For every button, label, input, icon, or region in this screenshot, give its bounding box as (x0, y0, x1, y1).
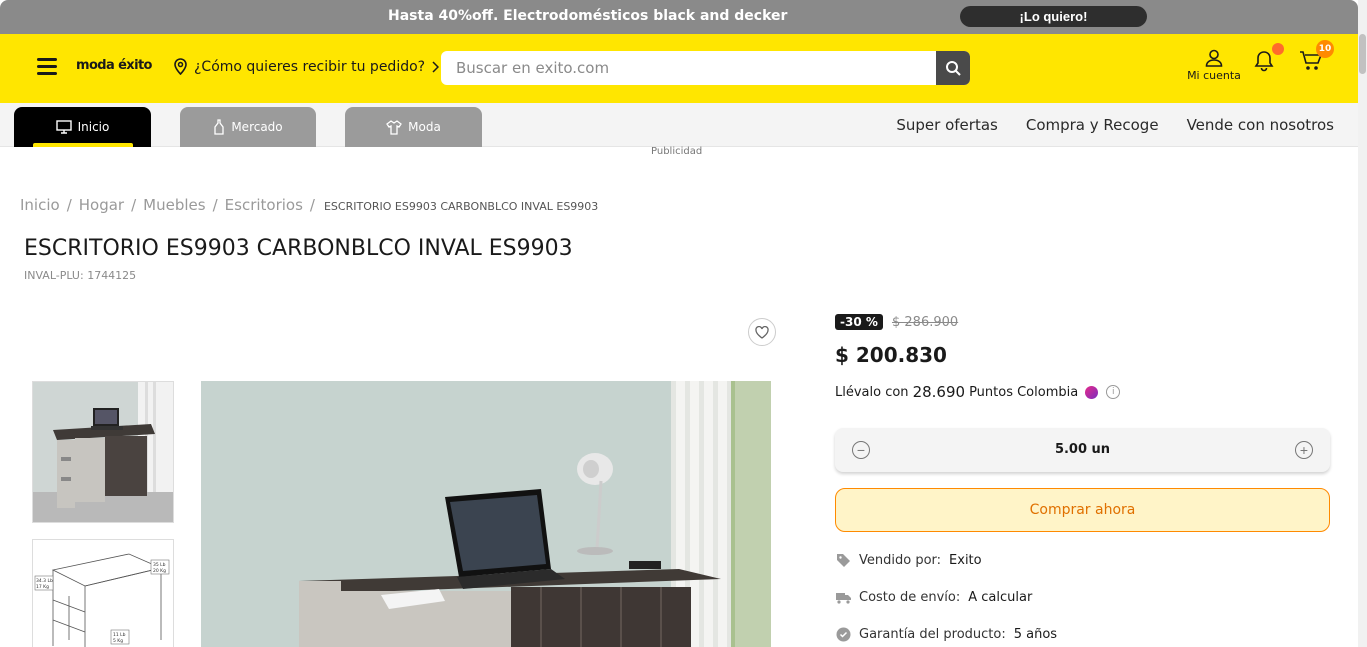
account-label: Mi cuenta (1187, 69, 1241, 82)
delivery-selector[interactable]: ¿Cómo quieres recibir tu pedido? (173, 58, 440, 75)
buy-now-button[interactable]: Comprar ahora (835, 488, 1330, 532)
thumb-weight-label: 20 Kg (153, 568, 166, 574)
chevron-right-icon (432, 60, 440, 73)
product-main-image[interactable] (201, 381, 771, 647)
points-suffix: Puntos Colombia (969, 384, 1079, 400)
user-icon (1205, 49, 1223, 67)
search-button[interactable] (936, 51, 970, 85)
category-nav: Inicio Mercado Moda Super ofertas Compra… (0, 103, 1358, 147)
breadcrumb: Inicio / Hogar / Muebles / Escritorios / ESC… (20, 196, 598, 214)
increase-quantity-button[interactable]: + (1295, 441, 1313, 459)
breadcrumb-separator: / (66, 196, 72, 214)
thumb-weight-label: 5 Kg (113, 638, 123, 644)
promo-bar: Hasta 40%off. Electrodomésticos black an… (0, 0, 1358, 34)
breadcrumb-item[interactable]: Escritorios (225, 196, 303, 214)
product-title: ESCRITORIO ES9903 CARBONBLCO INVAL ES990… (24, 236, 573, 261)
scrollbar-thumb[interactable] (1359, 34, 1366, 74)
notifications-bell-icon[interactable] (1253, 50, 1275, 72)
product-plu: INVAL-PLU: 1744125 (24, 269, 137, 282)
promo-cta-button[interactable]: ¡Lo quiero! (960, 6, 1147, 27)
bottle-icon (214, 119, 224, 135)
breadcrumb-separator: / (309, 196, 315, 214)
nav-link-vende-con-nosotros[interactable]: Vende con nosotros (1187, 116, 1334, 134)
badge-check-icon (836, 627, 851, 642)
search-input[interactable] (441, 51, 935, 85)
seller-info: Vendido por: Exito (836, 553, 982, 568)
breadcrumb-current: ESCRITORIO ES9903 CARBONBLCO INVAL ES990… (323, 200, 599, 213)
current-price: $ 200.830 (835, 343, 947, 367)
notification-dot (1272, 43, 1284, 55)
info-icon[interactable]: i (1106, 385, 1121, 399)
location-pin-icon (174, 58, 187, 75)
monitor-icon (55, 120, 72, 134)
product-page: Hasta 40%off. Electrodomésticos black an… (0, 0, 1367, 647)
tab-label: Moda (408, 120, 441, 134)
hamburger-menu-icon[interactable] (37, 58, 57, 76)
thumb-weight-label: 17 Kg (36, 584, 49, 590)
product-thumbnail-2[interactable]: 34.3 Lb 17 Kg 35 Lb 20 Kg 11 Lb 5 Kg (32, 539, 174, 647)
promo-text: Hasta 40%off. Electrodomésticos black an… (388, 8, 788, 24)
discount-badge: -30 % (835, 314, 883, 330)
thumb-weight-label: 34.3 Lb (36, 578, 53, 584)
shipping-info: Costo de envío: A calcular (836, 590, 1032, 605)
breadcrumb-separator: / (212, 196, 218, 214)
scrollbar[interactable] (1358, 0, 1367, 647)
search-bar (441, 51, 970, 85)
product-thumbnail-1[interactable] (32, 381, 174, 523)
tab-inicio[interactable]: Inicio (14, 107, 151, 147)
main-header: moda éxito ¿Cómo quieres recibir tu pedi… (0, 34, 1358, 103)
heart-icon (755, 325, 769, 339)
warranty-label: Garantía del producto: (859, 627, 1006, 642)
puntos-colombia-icon (1085, 385, 1099, 399)
search-icon (946, 61, 961, 76)
breadcrumb-separator: / (131, 196, 137, 214)
favorite-button[interactable] (748, 318, 776, 346)
quantity-value: 5.00 un (1054, 442, 1111, 457)
quantity-stepper: − 5.00 un + (835, 428, 1330, 472)
shipping-value: A calcular (968, 590, 1033, 605)
warranty-info: Garantía del producto: 5 años (836, 627, 1057, 642)
shipping-label: Costo de envío: (859, 590, 961, 605)
nav-links: Super ofertas Compra y Recoge Vende con … (896, 116, 1334, 134)
points-info: Llévalo con 28.690 Puntos Colombia i (835, 383, 1121, 401)
seller-value: Exito (949, 553, 982, 568)
tag-icon (837, 554, 850, 567)
nav-link-compra-y-recoge[interactable]: Compra y Recoge (1026, 116, 1159, 134)
points-prefix: Llévalo con (835, 384, 909, 400)
old-price: $ 286.900 (892, 315, 959, 330)
thumb-weight-label: 11 Lb (113, 632, 126, 638)
thumb-weight-label: 35 Lb (153, 562, 166, 568)
desk-diagram-image: 34.3 Lb 17 Kg 35 Lb 20 Kg 11 Lb 5 Kg (33, 540, 173, 647)
breadcrumb-item[interactable]: Muebles (143, 196, 205, 214)
shirt-icon (386, 119, 403, 135)
truck-icon (836, 593, 851, 604)
seller-label: Vendido por: (859, 553, 942, 568)
points-value: 28.690 (912, 383, 966, 401)
ad-label: Publicidad (651, 146, 703, 157)
account-button[interactable]: Mi cuenta (1184, 49, 1244, 82)
active-tab-indicator (33, 143, 133, 147)
breadcrumb-item[interactable]: Hogar (79, 196, 124, 214)
desk-thumbnail-image (33, 382, 173, 522)
warranty-value: 5 años (1013, 627, 1058, 642)
tab-label: Mercado (231, 120, 283, 134)
cart-count-badge: 10 (1316, 40, 1334, 58)
breadcrumb-item[interactable]: Inicio (20, 196, 60, 214)
delivery-prompt: ¿Cómo quieres recibir tu pedido? (194, 58, 426, 75)
tab-moda[interactable]: Moda (345, 107, 482, 147)
tab-label: Inicio (77, 120, 110, 134)
desk-photo (201, 381, 771, 647)
site-logo[interactable]: moda éxito (76, 58, 152, 73)
tab-mercado[interactable]: Mercado (180, 107, 316, 147)
nav-link-super-ofertas[interactable]: Super ofertas (896, 116, 997, 134)
